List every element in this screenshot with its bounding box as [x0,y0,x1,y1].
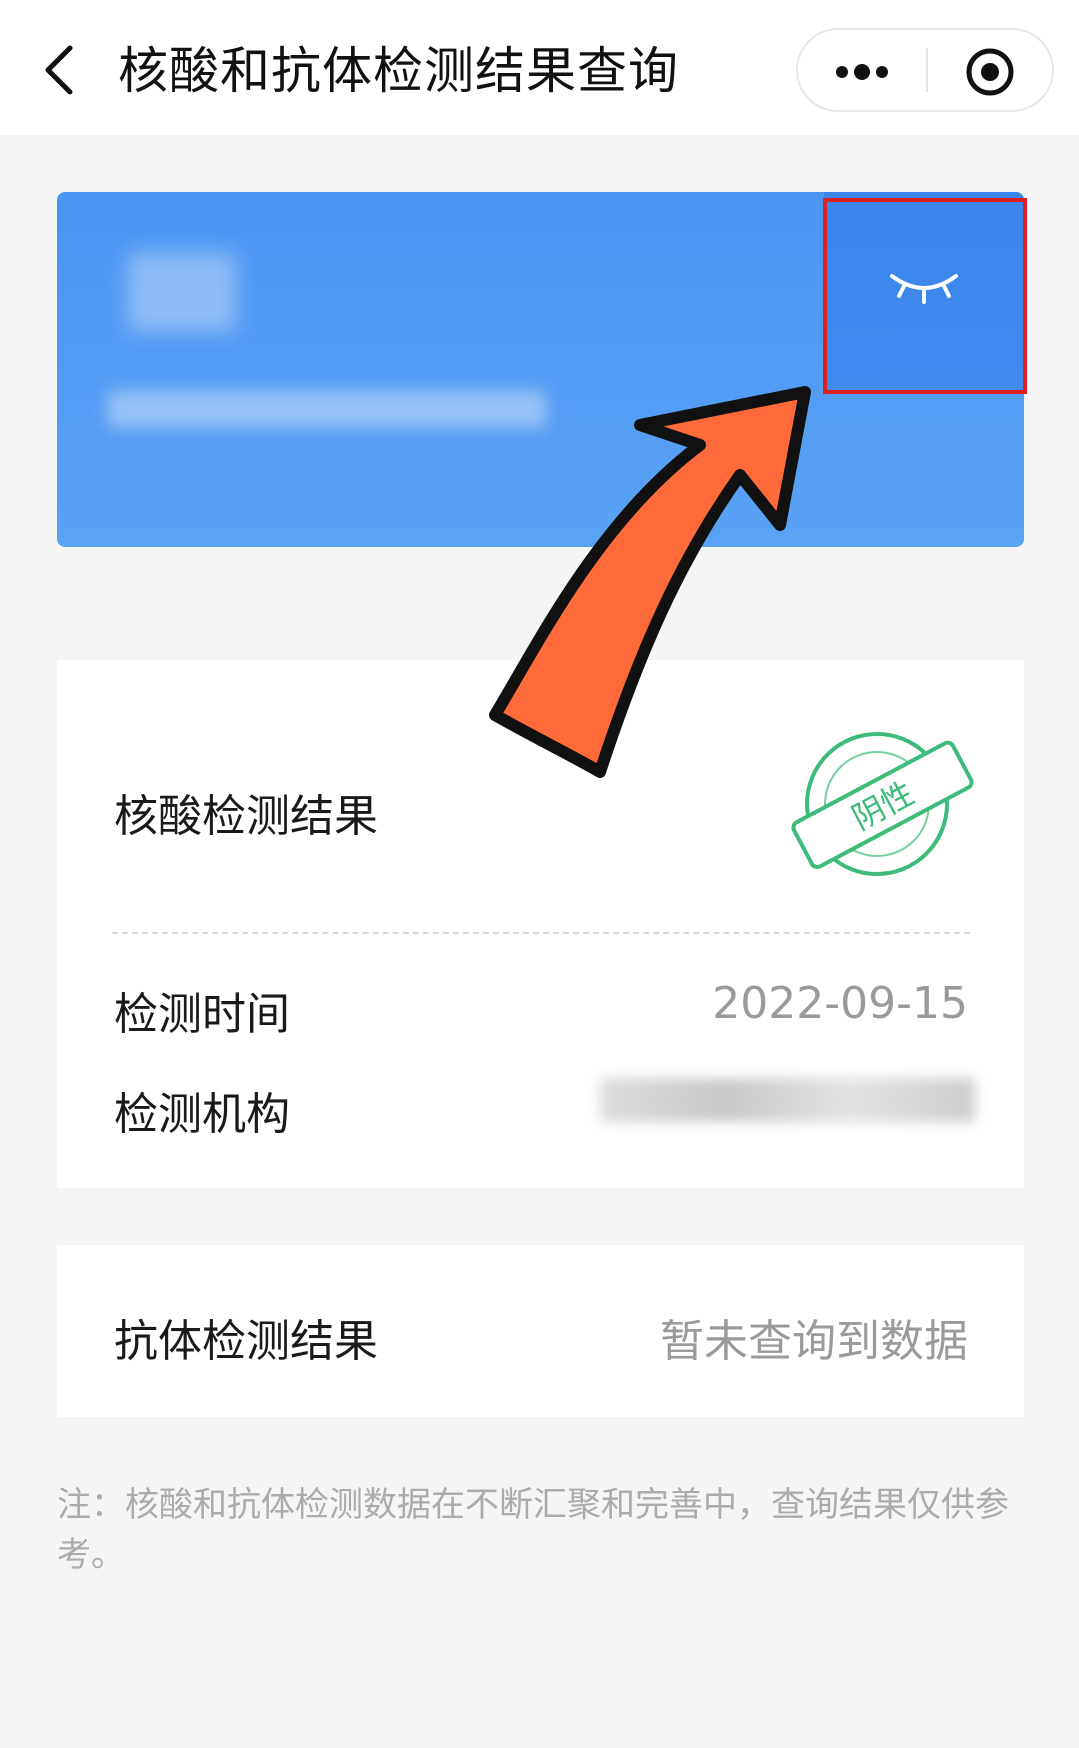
nucleic-acid-title: 核酸检测结果 [114,791,378,842]
menu-capsule [796,28,1054,112]
test-org-label: 检测机构 [114,1089,290,1140]
more-dots-icon [836,64,888,80]
blurred-name [127,252,237,332]
toggle-visibility-button[interactable] [824,192,1024,390]
antibody-value: 暂未查询到数据 [660,1316,968,1367]
test-time-value: 2022-09-15 [712,978,968,1029]
more-button[interactable] [798,30,926,110]
personal-info-card [57,192,1024,547]
antibody-title: 抗体检测结果 [114,1316,378,1367]
antibody-card: 抗体检测结果 暂未查询到数据 [57,1245,1024,1417]
disclaimer-note: 注：核酸和抗体检测数据在不断汇聚和完善中，查询结果仅供参考。 [57,1485,1009,1575]
close-button[interactable] [928,30,1054,110]
page-title: 核酸和抗体检测结果查询 [118,42,679,100]
blurred-test-org [600,1078,975,1122]
blurred-id-number [107,390,547,428]
back-button[interactable] [36,38,86,102]
nucleic-acid-card: 核酸检测结果 阴性 检测时间 2022-09-15 检测机构 [57,660,1024,1188]
test-time-label: 检测时间 [114,989,290,1040]
eye-closed-icon [890,274,958,304]
dashed-divider [112,932,970,934]
top-bar: 核酸和抗体检测结果查询 [0,0,1079,135]
back-icon [45,45,73,95]
record-target-icon [966,48,1014,96]
negative-stamp: 阴性 [791,732,974,876]
